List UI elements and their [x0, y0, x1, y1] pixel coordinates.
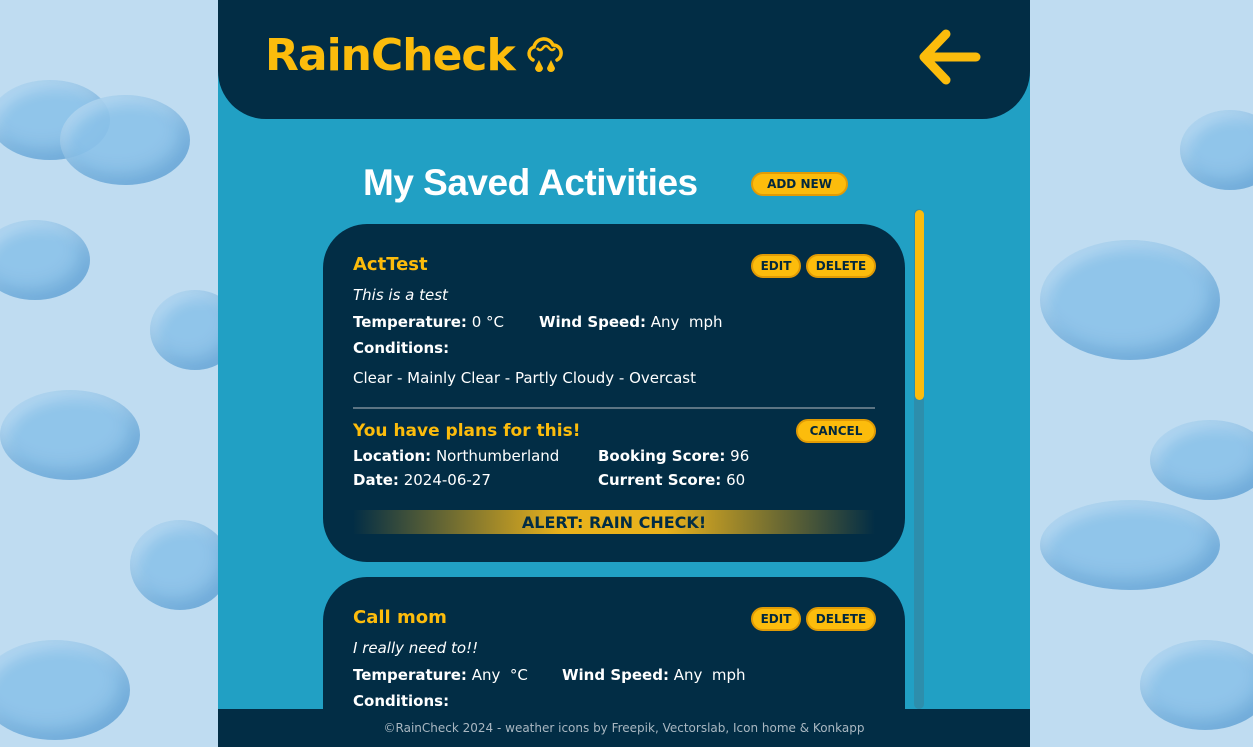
- cloud-decoration: [60, 95, 190, 185]
- temperature-row: Temperature: 0 °C: [353, 313, 504, 331]
- app-container: RainCheck My Saved Activities ADD NEW Ac…: [218, 0, 1030, 747]
- location-label: Location:: [353, 447, 432, 465]
- booking-score-value: 96: [730, 447, 750, 465]
- rain-check-alert: ALERT: RAIN CHECK!: [353, 510, 875, 534]
- current-score-label: Current Score:: [598, 471, 722, 489]
- footer: ©RainCheck 2024 - weather icons by Freep…: [218, 709, 1030, 747]
- cloud-decoration: [1040, 240, 1220, 360]
- booking-score-row: Booking Score: 96: [598, 447, 749, 465]
- conditions-label: Conditions:: [353, 692, 450, 710]
- title-row: My Saved Activities: [363, 162, 698, 204]
- conditions-row: Conditions:: [353, 692, 449, 710]
- cloud-decoration: [0, 390, 140, 480]
- cloud-decoration: [1040, 500, 1220, 590]
- plans-title: You have plans for this!: [353, 421, 581, 441]
- cloud-decoration: [1150, 420, 1253, 500]
- temperature-value: Any °C: [471, 666, 528, 684]
- activity-name: ActTest: [353, 254, 428, 275]
- temperature-label: Temperature:: [353, 313, 467, 331]
- arrow-left-icon[interactable]: [918, 28, 982, 86]
- delete-button[interactable]: DELETE: [806, 607, 876, 631]
- activity-card: ActTest EDIT DELETE This is a test Tempe…: [323, 224, 905, 562]
- location-value: Northumberland: [435, 447, 560, 465]
- wind-row: Wind Speed: Any mph: [562, 666, 746, 684]
- activity-description: I really need to!!: [353, 639, 479, 657]
- header: RainCheck: [218, 0, 1030, 119]
- activity-description: This is a test: [353, 286, 448, 304]
- temperature-value: 0 °C: [471, 313, 504, 331]
- cloud-decoration: [1180, 110, 1253, 190]
- wind-value: Any mph: [673, 666, 746, 684]
- wind-row: Wind Speed: Any mph: [539, 313, 723, 331]
- divider: [353, 407, 875, 409]
- conditions-value: Clear - Mainly Clear - Partly Cloudy - O…: [353, 369, 696, 387]
- rain-cloud-icon: [527, 36, 563, 72]
- logo[interactable]: RainCheck: [265, 30, 567, 81]
- activity-name: Call mom: [353, 607, 447, 628]
- cloud-decoration: [130, 520, 230, 610]
- wind-label: Wind Speed:: [562, 666, 669, 684]
- delete-button[interactable]: DELETE: [806, 254, 876, 278]
- temperature-label: Temperature:: [353, 666, 467, 684]
- temperature-row: Temperature: Any °C: [353, 666, 528, 684]
- wind-value: Any mph: [650, 313, 723, 331]
- cloud-decoration: [1140, 640, 1253, 730]
- conditions-label: Conditions:: [353, 339, 450, 357]
- edit-button[interactable]: EDIT: [751, 254, 801, 278]
- logo-text: RainCheck: [265, 30, 516, 81]
- current-score-value: 60: [726, 471, 746, 489]
- wind-label: Wind Speed:: [539, 313, 646, 331]
- location-row: Location: Northumberland: [353, 447, 559, 465]
- cloud-decoration: [0, 220, 90, 300]
- date-label: Date:: [353, 471, 399, 489]
- page-title: My Saved Activities: [363, 162, 698, 203]
- booking-score-label: Booking Score:: [598, 447, 726, 465]
- scrollbar-thumb[interactable]: [915, 210, 924, 400]
- current-score-row: Current Score: 60: [598, 471, 745, 489]
- date-row: Date: 2024-06-27: [353, 471, 491, 489]
- edit-button[interactable]: EDIT: [751, 607, 801, 631]
- cancel-button[interactable]: CANCEL: [796, 419, 876, 443]
- date-value: 2024-06-27: [403, 471, 491, 489]
- add-new-button[interactable]: ADD NEW: [751, 172, 848, 196]
- cloud-decoration: [0, 640, 130, 740]
- conditions-row: Conditions:: [353, 339, 449, 357]
